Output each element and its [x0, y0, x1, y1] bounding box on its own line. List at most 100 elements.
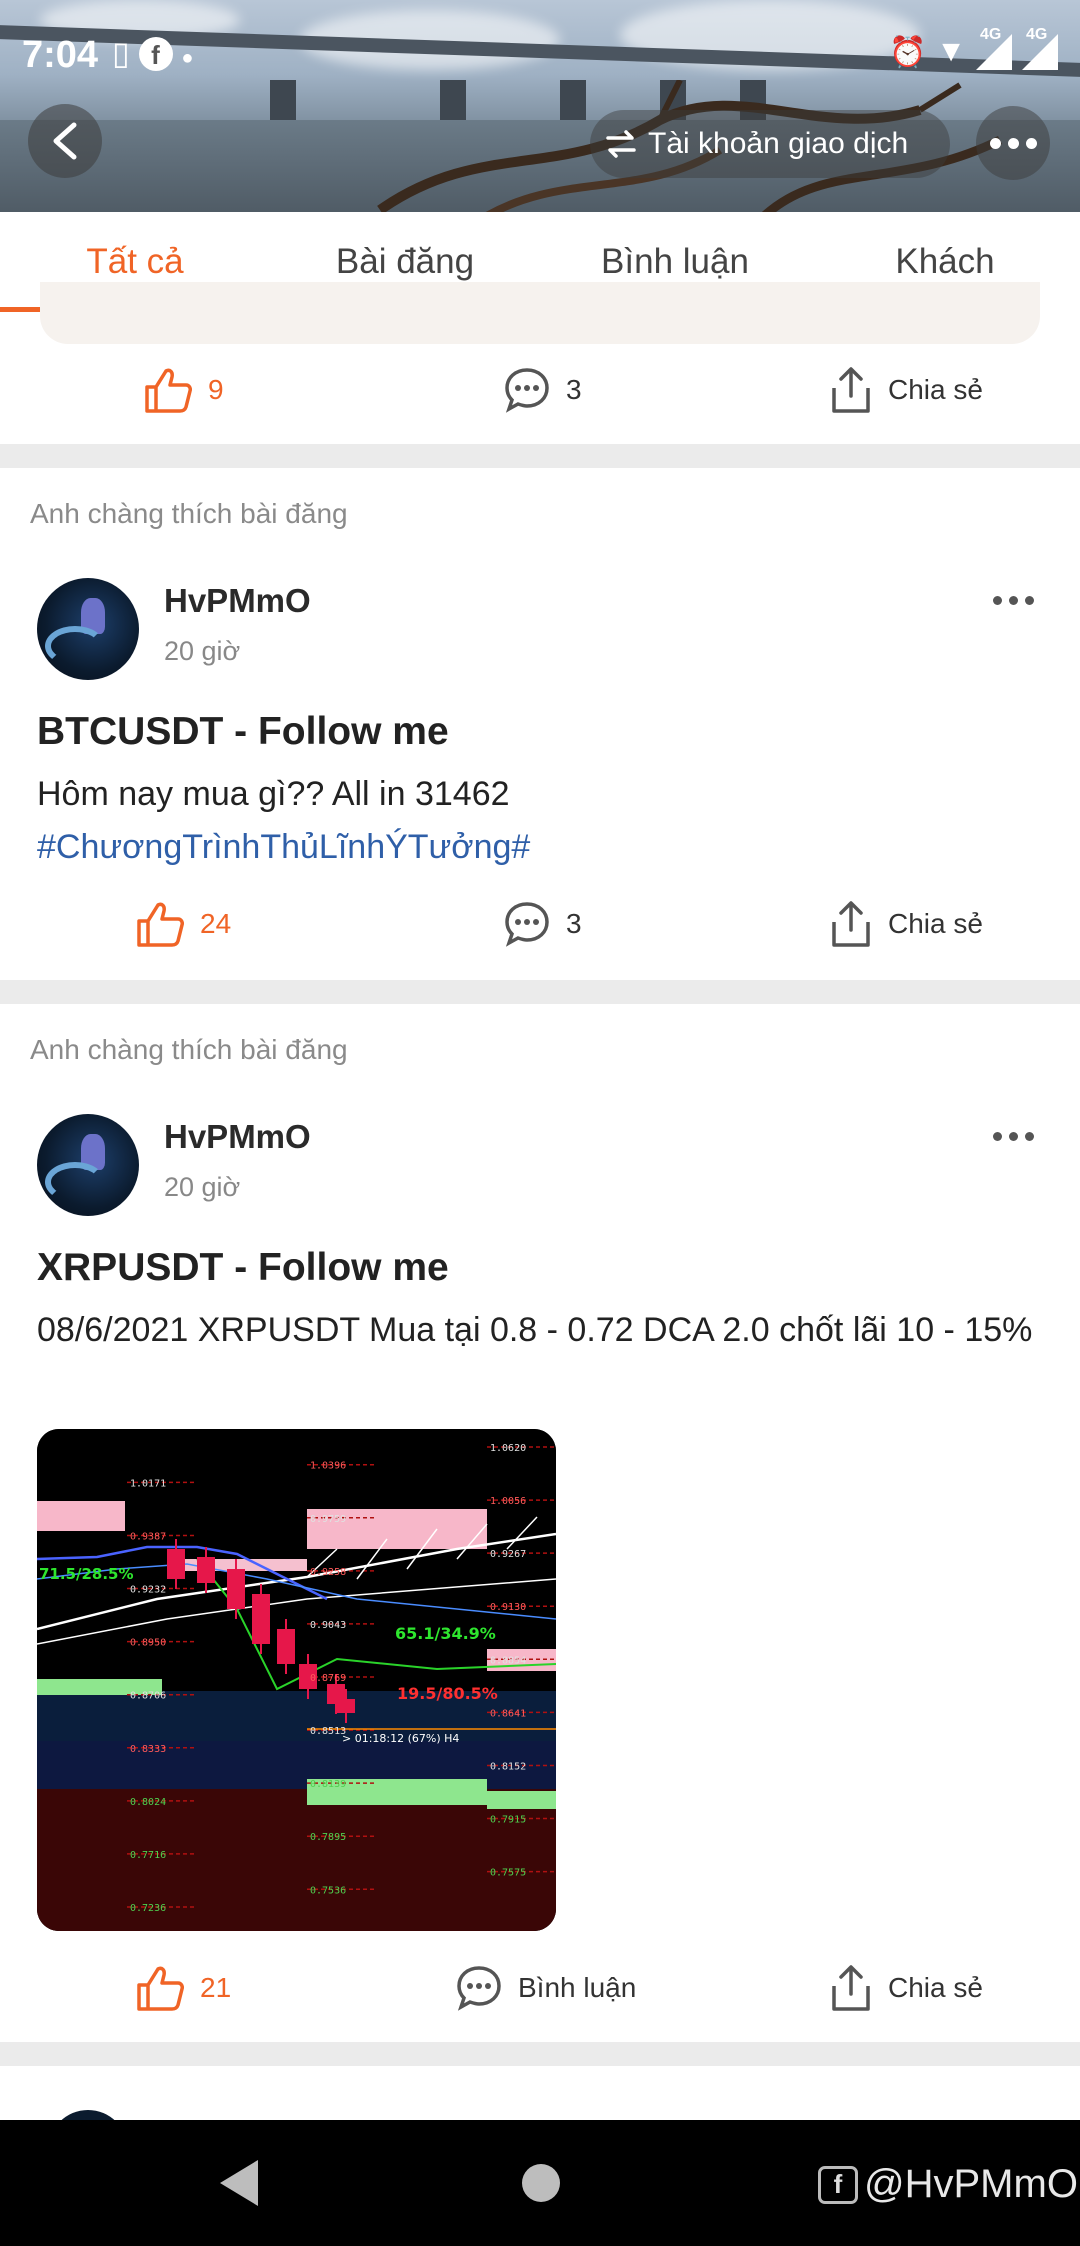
share-icon [832, 367, 870, 413]
chart-price-label: 0.7716 [130, 1850, 166, 1861]
next-post-card [0, 2066, 1080, 2150]
comment-label: Bình luận [518, 1972, 637, 2003]
chart-annotation-3: 19.5/80.5% [397, 1684, 498, 1703]
vibrate-icon: ▯ [112, 35, 130, 71]
post-more-button[interactable] [993, 596, 1034, 605]
post-actions: 9 3 Chia sẻ [0, 350, 1080, 430]
more-options-button[interactable] [976, 106, 1050, 180]
facebook-icon: f [138, 37, 173, 71]
thumbs-up-icon [137, 1966, 184, 2011]
liked-by-label: Anh chàng thích bài đăng [30, 1034, 348, 1065]
quoted-box-edge [40, 282, 1040, 344]
share-button[interactable]: Chia sẻ [830, 1948, 983, 2028]
like-count: 21 [200, 1972, 232, 2003]
trading-account-label: Tài khoản giao dịch [648, 127, 909, 160]
notification-icons: ▯ f ● [112, 34, 193, 72]
like-button[interactable]: 21 [136, 1948, 231, 2028]
like-button[interactable]: 9 [144, 350, 224, 430]
watermark-text: @HvPMmO [864, 2162, 1078, 2206]
chart-price-label: 0.7236 [130, 1903, 166, 1914]
swap-icon [606, 130, 636, 158]
avatar[interactable] [37, 1114, 139, 1216]
post-title[interactable]: XRPUSDT - Follow me [37, 1246, 449, 1290]
app-screen: 7:04 ▯ f ● ⏰ ▼ 4G 4G Tài khoản giao dịch… [0, 0, 1080, 2246]
chart-price-label: 0.8641 [490, 1708, 526, 1719]
chart-price-label: 0.7575 [490, 1868, 526, 1879]
chart-price-label: 0.9232 [130, 1585, 166, 1596]
share-label: Chia sẻ [888, 1972, 983, 2003]
chart-annotation-4: > 01:18:12 (67%) H4 [342, 1732, 459, 1745]
status-time: 7:04 [22, 34, 99, 76]
post-chart-image[interactable]: 1.0620 1.0396 1.0171 1.0056 0.9759 0.9387 0.92… [37, 1429, 556, 1931]
chart-price-label: 0.8513 [310, 1726, 346, 1737]
post-time: 20 giờ [164, 1172, 241, 1202]
chart-price-label: 0.8950 [130, 1638, 166, 1649]
chart-price-label: 0.9130 [490, 1602, 526, 1613]
hashtag-link[interactable]: #ChươngTrìnhThủLĩnhÝTưởng# [37, 821, 1047, 874]
system-nav-bar: f @HvPMmO [0, 2120, 1080, 2246]
status-bar: 7:04 ▯ f ● ⏰ ▼ 4G 4G [0, 0, 1080, 120]
comment-bubble-icon [505, 902, 549, 947]
like-button[interactable]: 24 [136, 884, 231, 964]
chart-price-label: 1.0171 [130, 1478, 166, 1489]
like-count: 9 [208, 374, 224, 405]
trading-account-button[interactable]: Tài khoản giao dịch [590, 110, 950, 178]
share-button[interactable]: Chia sẻ [830, 884, 983, 964]
post-card: 9 3 Chia sẻ [0, 282, 1080, 444]
chart-price-label: 0.7895 [310, 1832, 346, 1843]
chart-price-label: 0.8769 [310, 1673, 346, 1684]
chart-price-label: 0.8706 [130, 1691, 166, 1702]
chart-price-label: 0.8333 [130, 1744, 166, 1755]
like-count: 24 [200, 908, 232, 939]
post-more-button[interactable] [993, 1132, 1034, 1141]
post-body[interactable]: 08/6/2021 XRPUSDT Mua tại 0.8 - 0.72 DCA… [37, 1304, 1047, 1357]
thumbs-up-icon [145, 368, 192, 413]
signal-icon-1: 4G [976, 26, 1012, 70]
wifi-icon: ▼ [936, 35, 966, 68]
liked-by-label: Anh chàng thích bài đăng [30, 498, 348, 529]
chart-price-label: 0.8152 [490, 1761, 526, 1772]
post-title[interactable]: BTCUSDT - Follow me [37, 710, 449, 754]
dot-icon: ● [181, 47, 194, 69]
back-arrow-icon [53, 122, 77, 160]
comment-button[interactable]: 3 [504, 350, 582, 430]
chart-price-label: 1.0056 [490, 1496, 526, 1507]
comment-bubble-icon [505, 368, 549, 413]
signal-icon-2: 4G [1022, 26, 1058, 70]
back-button[interactable] [28, 104, 102, 178]
chart-annotation-2: 65.1/34.9% [395, 1624, 496, 1643]
facebook-logo-icon: f [818, 2165, 858, 2204]
avatar[interactable] [37, 578, 139, 680]
user-name[interactable]: HvPMmO [164, 1118, 311, 1156]
post-text: Hôm nay mua gì?? All in 31462 [37, 775, 510, 813]
comment-bubble-icon [457, 1966, 501, 2011]
thumbs-up-icon [137, 902, 184, 947]
post-time: 20 giờ [164, 636, 241, 666]
post-actions: 24 3 Chia sẻ [0, 884, 1080, 964]
nav-back-icon[interactable] [220, 2160, 258, 2206]
nav-home-icon[interactable] [522, 2164, 560, 2202]
share-label: Chia sẻ [888, 908, 983, 939]
share-icon [832, 1965, 870, 2011]
chart-price-label: 0.8024 [130, 1797, 166, 1808]
system-icons: ⏰ ▼ 4G 4G [888, 26, 1058, 70]
share-button[interactable]: Chia sẻ [830, 350, 983, 430]
post-card: Anh chàng thích bài đăng HvPMmO 20 giờ B… [0, 468, 1080, 980]
user-name[interactable]: HvPMmO [164, 582, 311, 620]
share-label: Chia sẻ [888, 374, 983, 405]
chart-image-svg: 1.0620 1.0396 1.0171 1.0056 0.9759 0.9387 0.92… [37, 1429, 556, 1931]
chart-price-label: 0.8139 [310, 1779, 346, 1790]
chart-price-label: 0.9387 [130, 1531, 166, 1542]
chart-price-label: 0.7915 [490, 1815, 526, 1826]
chart-price-label: 1.0620 [490, 1443, 526, 1454]
chart-price-label: 0.8854 [490, 1655, 526, 1666]
alarm-icon: ⏰ [888, 35, 927, 69]
chart-annotation-1: 71.5/28.5% [39, 1565, 134, 1583]
post-actions: 21 Bình luận Chia sẻ [0, 1948, 1080, 2028]
post-body[interactable]: Hôm nay mua gì?? All in 31462 #ChươngTrì… [37, 768, 1047, 874]
more-dot-icon [989, 137, 1001, 149]
comment-button[interactable]: Bình luận [456, 1948, 636, 2028]
share-icon [832, 901, 870, 947]
chart-price-label: 0.7536 [310, 1885, 346, 1896]
comment-button[interactable]: 3 [504, 884, 582, 964]
